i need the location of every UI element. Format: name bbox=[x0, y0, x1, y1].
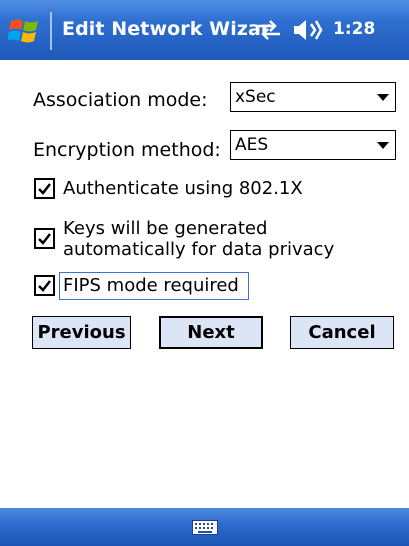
windows-start-icon[interactable] bbox=[8, 16, 42, 46]
fips-mode-checkbox[interactable] bbox=[34, 275, 55, 296]
chevron-down-icon bbox=[377, 94, 389, 101]
keys-generated-label-line1: Keys will be generated bbox=[63, 218, 268, 239]
volume-icon[interactable] bbox=[291, 17, 323, 43]
encryption-method-label: Encryption method: bbox=[33, 139, 221, 161]
encryption-method-select[interactable]: AES bbox=[230, 130, 396, 160]
next-button[interactable]: Next bbox=[159, 316, 263, 349]
window-title: Edit Network Wizar bbox=[62, 18, 271, 40]
authenticate-8021x-checkbox[interactable] bbox=[34, 178, 55, 199]
association-mode-select[interactable]: xSec bbox=[230, 82, 396, 112]
checkmark-icon bbox=[38, 233, 51, 245]
authenticate-8021x-label[interactable]: Authenticate using 802.1X bbox=[63, 178, 303, 199]
cancel-button[interactable]: Cancel bbox=[290, 316, 394, 349]
keyboard-icon[interactable] bbox=[192, 520, 218, 535]
keys-generated-checkbox[interactable] bbox=[34, 228, 55, 249]
keys-generated-label[interactable]: Keys will be generated automatically for… bbox=[63, 218, 334, 260]
clock[interactable]: 1:28 bbox=[333, 19, 375, 39]
fips-mode-label[interactable]: FIPS mode required bbox=[63, 275, 239, 296]
encryption-method-value: AES bbox=[235, 135, 269, 155]
connectivity-icon[interactable] bbox=[256, 17, 282, 43]
checkmark-icon bbox=[38, 280, 51, 292]
association-mode-value: xSec bbox=[235, 87, 276, 107]
checkmark-icon bbox=[38, 183, 51, 195]
title-separator bbox=[50, 12, 52, 50]
previous-button[interactable]: Previous bbox=[32, 316, 131, 349]
title-bar: Edit Network Wizar 1:28 bbox=[0, 0, 409, 60]
keys-generated-label-line2: automatically for data privacy bbox=[63, 239, 335, 260]
association-mode-label: Association mode: bbox=[33, 89, 208, 111]
chevron-down-icon bbox=[377, 142, 389, 149]
